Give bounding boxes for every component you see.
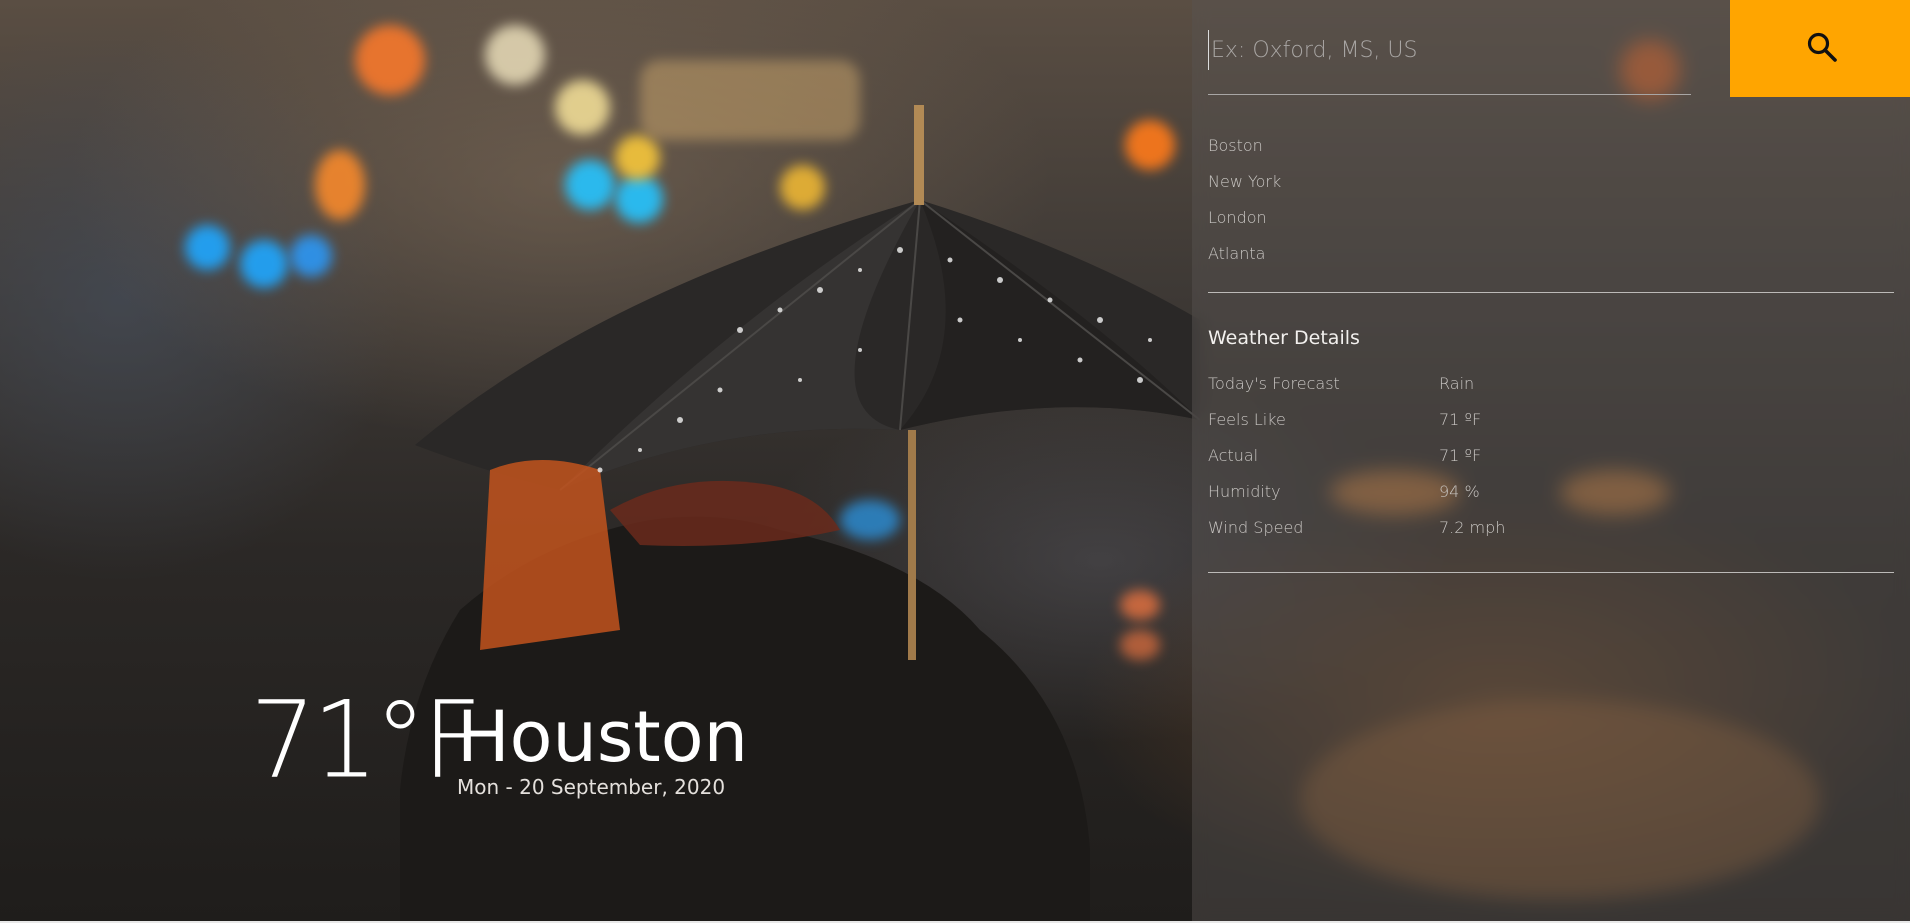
detail-row-forecast: Today's Forecast Rain <box>1208 366 1708 402</box>
divider <box>1208 572 1894 573</box>
bokeh-light <box>355 25 425 95</box>
detail-value: 71 ºF <box>1439 410 1482 429</box>
detail-label: Today's Forecast <box>1208 374 1340 393</box>
bokeh-light <box>485 25 545 85</box>
city-item-new-york[interactable]: New York <box>1208 164 1281 200</box>
bokeh-light <box>185 225 230 270</box>
search-icon <box>1807 32 1837 62</box>
detail-row-actual: Actual 71 ºF <box>1208 438 1708 474</box>
bokeh-light <box>240 240 288 288</box>
detail-value: 7.2 mph <box>1439 518 1506 537</box>
weather-details-title: Weather Details <box>1208 327 1360 349</box>
detail-label: Wind Speed <box>1208 518 1304 537</box>
search-input-underline <box>1208 94 1691 95</box>
side-panel: Boston New York London Atlanta Weather D… <box>1192 0 1910 921</box>
search-button[interactable] <box>1730 0 1910 97</box>
city-item-boston[interactable]: Boston <box>1208 128 1281 164</box>
weather-app: 71°F Houston Mon - 20 September, 2020 Bo… <box>0 0 1910 921</box>
detail-row-humidity: Humidity 94 % <box>1208 474 1708 510</box>
detail-label: Humidity <box>1208 482 1281 501</box>
current-temperature: 71°F <box>250 677 482 803</box>
city-item-atlanta[interactable]: Atlanta <box>1208 236 1281 272</box>
detail-label: Actual <box>1208 446 1259 465</box>
divider <box>1208 292 1894 293</box>
current-city: Houston <box>457 696 748 778</box>
detail-value: 94 % <box>1439 482 1480 501</box>
current-date: Mon - 20 September, 2020 <box>457 775 726 799</box>
weather-details-table: Today's Forecast Rain Feels Like 71 ºF A… <box>1208 366 1708 546</box>
detail-value: Rain <box>1439 374 1475 393</box>
detail-row-feels-like: Feels Like 71 ºF <box>1208 402 1708 438</box>
city-item-london[interactable]: London <box>1208 200 1281 236</box>
detail-row-wind-speed: Wind Speed 7.2 mph <box>1208 510 1708 546</box>
location-search-input[interactable] <box>1208 30 1685 70</box>
detail-value: 71 ºF <box>1439 446 1482 465</box>
detail-label: Feels Like <box>1208 410 1286 429</box>
recent-cities-list: Boston New York London Atlanta <box>1208 128 1281 272</box>
